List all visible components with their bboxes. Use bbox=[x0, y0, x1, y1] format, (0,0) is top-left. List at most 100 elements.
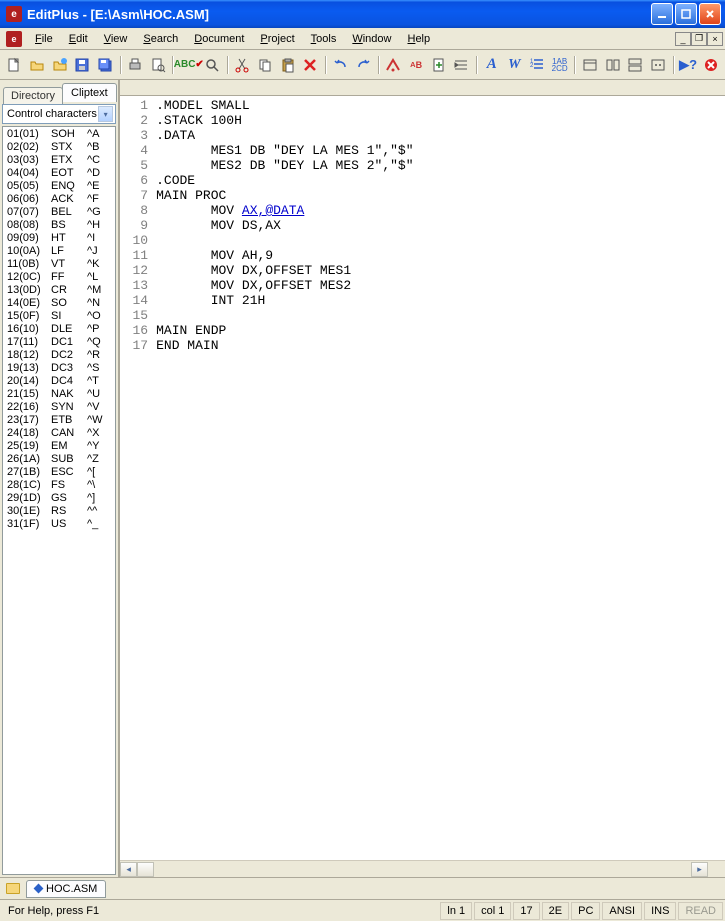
wordwrap-icon[interactable]: W bbox=[504, 54, 525, 76]
ruler: ----+----1----+----2----+----3----+----4… bbox=[120, 80, 725, 96]
app-icon: e bbox=[6, 6, 22, 22]
italic-icon[interactable]: A bbox=[481, 54, 502, 76]
help-icon[interactable]: ▶? bbox=[678, 54, 699, 76]
mdi-close-button[interactable]: × bbox=[707, 32, 723, 46]
status-total-lines: 17 bbox=[513, 902, 539, 920]
undo-icon[interactable] bbox=[330, 54, 351, 76]
cliptext-item[interactable]: 29(1D)GS^] bbox=[3, 492, 115, 505]
cliptext-item[interactable]: 11(0B)VT^K bbox=[3, 258, 115, 271]
horizontal-scrollbar[interactable]: ◂ ▸ bbox=[120, 860, 725, 877]
menu-search[interactable]: Search bbox=[136, 31, 185, 47]
menu-help[interactable]: Help bbox=[400, 31, 437, 47]
toolbar-separator bbox=[224, 54, 230, 76]
mdi-restore-button[interactable]: ❐ bbox=[691, 32, 707, 46]
save-all-icon[interactable] bbox=[95, 54, 116, 76]
cliptext-item[interactable]: 26(1A)SUB^Z bbox=[3, 453, 115, 466]
scroll-left-icon[interactable]: ◂ bbox=[120, 862, 137, 877]
print-preview-icon[interactable] bbox=[148, 54, 169, 76]
cliptext-item[interactable]: 10(0A)LF^J bbox=[3, 245, 115, 258]
cliptext-item[interactable]: 18(12)DC2^R bbox=[3, 349, 115, 362]
cliptext-combo[interactable]: Control characters ▾ bbox=[2, 104, 116, 124]
window-title: EditPlus - [E:\Asm\HOC.ASM] bbox=[27, 7, 651, 22]
status-hint: For Help, press F1 bbox=[2, 905, 438, 917]
save-icon[interactable] bbox=[72, 54, 93, 76]
cliptext-item[interactable]: 09(09)HT^I bbox=[3, 232, 115, 245]
cliptext-item[interactable]: 24(18)CAN^X bbox=[3, 427, 115, 440]
toolbar: ABC✔ AB A W 12 1AB2CD ▶? bbox=[0, 50, 725, 80]
insert-file-icon[interactable] bbox=[428, 54, 449, 76]
cliptext-combo-label: Control characters bbox=[7, 108, 97, 120]
html-toolbar-icon[interactable]: AB bbox=[406, 54, 427, 76]
cut-icon[interactable] bbox=[232, 54, 253, 76]
cliptext-item[interactable]: 25(19)EM^Y bbox=[3, 440, 115, 453]
open-remote-icon[interactable] bbox=[49, 54, 70, 76]
minimize-button[interactable] bbox=[651, 3, 673, 25]
cliptext-item[interactable]: 28(1C)FS^\ bbox=[3, 479, 115, 492]
cliptext-item[interactable]: 15(0F)SI^O bbox=[3, 310, 115, 323]
cliptext-item[interactable]: 23(17)ETB^W bbox=[3, 414, 115, 427]
paste-icon[interactable] bbox=[277, 54, 298, 76]
cliptext-item[interactable]: 04(04)EOT^D bbox=[3, 167, 115, 180]
open-file-icon[interactable] bbox=[27, 54, 48, 76]
cliptext-item[interactable]: 01(01)SOH^A bbox=[3, 128, 115, 141]
mdi-minimize-button[interactable]: _ bbox=[675, 32, 691, 46]
cliptext-item[interactable]: 31(1F)US^_ bbox=[3, 518, 115, 531]
code-area[interactable]: 1234567891011121314151617 .MODEL SMALL.S… bbox=[120, 96, 725, 860]
menu-file[interactable]: File bbox=[28, 31, 60, 47]
menu-view[interactable]: View bbox=[97, 31, 135, 47]
cliptext-item[interactable]: 12(0C)FF^L bbox=[3, 271, 115, 284]
cliptext-item[interactable]: 16(10)DLE^P bbox=[3, 323, 115, 336]
cliptext-item[interactable]: 27(1B)ESC^[ bbox=[3, 466, 115, 479]
close-button[interactable] bbox=[699, 3, 721, 25]
doc-icon[interactable]: e bbox=[6, 31, 22, 47]
toolbar-separator bbox=[572, 54, 578, 76]
tab-cliptext[interactable]: Cliptext bbox=[62, 83, 117, 102]
copy-icon[interactable] bbox=[255, 54, 276, 76]
menu-edit[interactable]: Edit bbox=[62, 31, 95, 47]
find-icon[interactable] bbox=[202, 54, 223, 76]
new-file-icon[interactable] bbox=[4, 54, 25, 76]
document-tab[interactable]: HOC.ASM bbox=[26, 880, 106, 898]
window-list-icon[interactable] bbox=[580, 54, 601, 76]
delete-icon[interactable] bbox=[300, 54, 321, 76]
scroll-right-icon[interactable]: ▸ bbox=[691, 862, 708, 877]
cliptext-item[interactable]: 05(05)ENQ^E bbox=[3, 180, 115, 193]
cliptext-item[interactable]: 22(16)SYN^V bbox=[3, 401, 115, 414]
print-icon[interactable] bbox=[125, 54, 146, 76]
code-text[interactable]: .MODEL SMALL.STACK 100H.DATA MES1 DB "DE… bbox=[154, 96, 725, 860]
redo-icon[interactable] bbox=[353, 54, 374, 76]
scroll-thumb[interactable] bbox=[137, 862, 154, 877]
tile-horz-icon[interactable] bbox=[625, 54, 646, 76]
scroll-corner bbox=[708, 862, 725, 877]
folder-icon[interactable] bbox=[6, 883, 20, 894]
cliptext-item[interactable]: 17(11)DC1^Q bbox=[3, 336, 115, 349]
cliptext-list[interactable]: 01(01)SOH^A02(02)STX^B03(03)ETX^C04(04)E… bbox=[2, 126, 116, 875]
cliptext-item[interactable]: 30(1E)RS^^ bbox=[3, 505, 115, 518]
indent-icon[interactable] bbox=[451, 54, 472, 76]
status-insert-mode[interactable]: INS bbox=[644, 902, 676, 920]
settings-icon[interactable] bbox=[648, 54, 669, 76]
spellcheck-icon[interactable]: ABC✔ bbox=[178, 54, 200, 76]
maximize-button[interactable] bbox=[675, 3, 697, 25]
tile-vert-icon[interactable] bbox=[602, 54, 623, 76]
cliptext-item[interactable]: 13(0D)CR^M bbox=[3, 284, 115, 297]
line-numbers-icon[interactable]: 12 bbox=[527, 54, 548, 76]
cliptext-item[interactable]: 20(14)DC4^T bbox=[3, 375, 115, 388]
menu-project[interactable]: Project bbox=[253, 31, 301, 47]
cliptext-item[interactable]: 07(07)BEL^G bbox=[3, 206, 115, 219]
menu-tools[interactable]: Tools bbox=[304, 31, 344, 47]
cliptext-item[interactable]: 08(08)BS^H bbox=[3, 219, 115, 232]
cliptext-item[interactable]: 03(03)ETX^C bbox=[3, 154, 115, 167]
cliptext-item[interactable]: 21(15)NAK^U bbox=[3, 388, 115, 401]
chevron-down-icon[interactable]: ▾ bbox=[98, 106, 113, 122]
stop-icon[interactable] bbox=[700, 54, 721, 76]
tab-directory[interactable]: Directory bbox=[3, 87, 63, 104]
browser-icon[interactable] bbox=[383, 54, 404, 76]
cliptext-item[interactable]: 14(0E)SO^N bbox=[3, 297, 115, 310]
cliptext-item[interactable]: 02(02)STX^B bbox=[3, 141, 115, 154]
cliptext-item[interactable]: 06(06)ACK^F bbox=[3, 193, 115, 206]
menu-document[interactable]: Document bbox=[187, 31, 251, 47]
menu-window[interactable]: Window bbox=[345, 31, 398, 47]
cliptext-item[interactable]: 19(13)DC3^S bbox=[3, 362, 115, 375]
column-select-icon[interactable]: 1AB2CD bbox=[549, 54, 570, 76]
